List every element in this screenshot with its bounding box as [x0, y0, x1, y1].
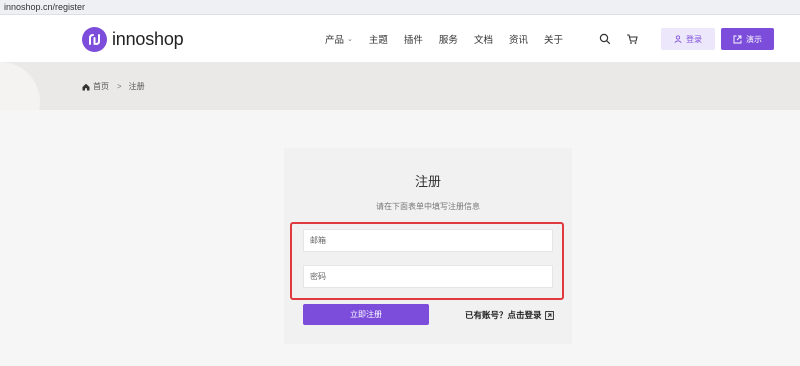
url-text: innoshop.cn/register: [4, 2, 86, 12]
demo-button[interactable]: 演示: [721, 28, 774, 50]
breadcrumb-band: 首页 > 注册: [0, 62, 800, 110]
main-nav: 产品 ⌄ 主题 插件 服务 文档 资讯 关于: [325, 32, 579, 46]
breadcrumb-home[interactable]: 首页: [93, 81, 109, 92]
nav-item-label: 关于: [543, 35, 563, 46]
login-link-text: 已有账号？点击登录: [465, 310, 542, 320]
register-button[interactable]: 立即注册: [303, 304, 429, 325]
breadcrumb-current: 注册: [128, 82, 145, 91]
site-header: innoshop 产品 ⌄ 主题 插件 服务 文档 资讯 关于 登录 演示: [0, 15, 800, 62]
search-icon[interactable]: [597, 31, 613, 47]
nav-item-label: 产品: [325, 35, 345, 46]
demo-button-label: 演示: [746, 34, 762, 44]
nav-item-about[interactable]: 关于: [544, 32, 563, 46]
register-button-label: 立即注册: [350, 310, 382, 319]
login-button[interactable]: 登录: [661, 28, 715, 50]
cart-icon[interactable]: [624, 31, 640, 47]
home-icon: [82, 83, 90, 90]
form-subtitle: 请在下面表单中填写注册信息: [376, 202, 480, 211]
password-placeholder: 密码: [310, 272, 326, 281]
breadcrumb: 首页 > 注册: [82, 81, 145, 92]
browser-url-bar[interactable]: innoshop.cn/register: [0, 0, 800, 15]
logo-icon: [82, 26, 107, 52]
email-field[interactable]: 邮箱: [303, 229, 553, 252]
form-title: 注册: [414, 174, 441, 189]
login-link[interactable]: 已有账号？点击登录: [465, 309, 554, 321]
nav-item-label: 插件: [403, 35, 423, 46]
register-card: 注册 请在下面表单中填写注册信息 邮箱 密码 立即注册 已有账号？点击登录: [284, 148, 572, 344]
nav-item-docs[interactable]: 文档: [474, 32, 493, 46]
login-button-label: 登录: [686, 34, 702, 44]
breadcrumb-separator: >: [117, 82, 122, 91]
chevron-down-icon: ⌄: [347, 36, 353, 43]
nav-item-label: 资讯: [508, 35, 528, 46]
nav-item-services[interactable]: 服务: [439, 32, 458, 46]
nav-item-label: 文档: [473, 35, 493, 46]
nav-item-news[interactable]: 资讯: [509, 32, 528, 46]
nav-item-label: 服务: [438, 35, 458, 46]
logo-text: innoshop: [112, 28, 184, 49]
external-link-icon: [733, 35, 742, 43]
email-placeholder: 邮箱: [310, 236, 326, 245]
decorative-curve: [0, 62, 40, 110]
password-field[interactable]: 密码: [303, 265, 553, 288]
user-icon: [674, 35, 682, 43]
nav-item-products[interactable]: 产品 ⌄: [325, 32, 353, 46]
external-link-icon: [544, 310, 554, 320]
logo[interactable]: innoshop: [82, 26, 184, 52]
nav-item-label: 主题: [368, 35, 388, 46]
nav-item-themes[interactable]: 主题: [369, 32, 388, 46]
nav-item-plugins[interactable]: 插件: [404, 32, 423, 46]
